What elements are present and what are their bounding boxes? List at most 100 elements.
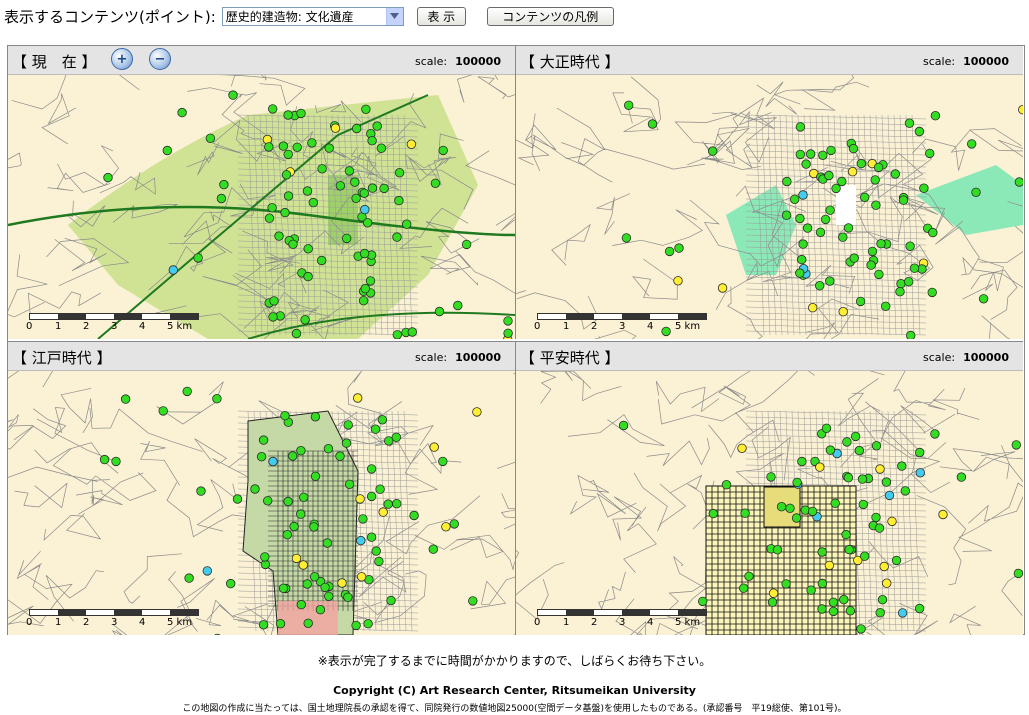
- site-point[interactable]: [228, 90, 238, 100]
- site-point[interactable]: [391, 432, 402, 443]
- site-point[interactable]: [429, 442, 439, 452]
- site-point[interactable]: [309, 522, 319, 532]
- site-point[interactable]: [299, 492, 309, 503]
- legend-button[interactable]: コンテンツの凡例: [486, 6, 614, 26]
- site-point[interactable]: [438, 456, 448, 467]
- site-point[interactable]: [371, 546, 381, 556]
- site-point[interactable]: [845, 606, 856, 616]
- site-point[interactable]: [906, 330, 916, 339]
- site-point[interactable]: [392, 330, 402, 340]
- zoom-out-icon[interactable]: −: [149, 48, 171, 70]
- site-point[interactable]: [359, 248, 370, 259]
- site-point[interactable]: [182, 386, 192, 397]
- site-point[interactable]: [370, 424, 381, 434]
- site-point[interactable]: [890, 169, 901, 179]
- site-point[interactable]: [817, 578, 828, 589]
- site-point[interactable]: [344, 479, 355, 490]
- site-point[interactable]: [269, 296, 279, 306]
- site-point[interactable]: [296, 509, 306, 519]
- site-point[interactable]: [291, 553, 302, 564]
- site-point[interactable]: [842, 437, 852, 447]
- site-point[interactable]: [828, 597, 839, 608]
- site-point[interactable]: [361, 104, 371, 115]
- site-point[interactable]: [280, 207, 290, 218]
- site-point[interactable]: [330, 123, 341, 133]
- site-point[interactable]: [838, 306, 848, 317]
- site-point[interactable]: [707, 146, 718, 156]
- site-point[interactable]: [300, 315, 310, 325]
- site-point[interactable]: [111, 456, 121, 467]
- site-point[interactable]: [897, 608, 908, 618]
- site-point[interactable]: [1013, 568, 1023, 579]
- site-point[interactable]: [376, 143, 387, 153]
- site-point[interactable]: [856, 158, 867, 169]
- site-point[interactable]: [225, 578, 236, 589]
- site-point[interactable]: [807, 506, 818, 517]
- site-point[interactable]: [871, 200, 881, 210]
- site-point[interactable]: [708, 508, 719, 519]
- site-point[interactable]: [881, 477, 892, 487]
- site-point[interactable]: [434, 306, 445, 317]
- site-point[interactable]: [263, 496, 273, 506]
- site-point[interactable]: [291, 328, 302, 339]
- site-point[interactable]: [856, 624, 866, 634]
- site-point[interactable]: [310, 412, 321, 422]
- site-point[interactable]: [850, 431, 861, 442]
- site-point[interactable]: [317, 164, 327, 174]
- site-point[interactable]: [820, 214, 831, 225]
- site-point[interactable]: [828, 606, 839, 617]
- site-point[interactable]: [341, 438, 352, 448]
- site-point[interactable]: [379, 183, 389, 194]
- site-point[interactable]: [343, 420, 353, 430]
- site-point[interactable]: [402, 219, 412, 229]
- site-point[interactable]: [268, 104, 278, 114]
- site-point[interactable]: [925, 148, 935, 159]
- site-point[interactable]: [766, 472, 776, 482]
- site-point[interactable]: [791, 513, 802, 523]
- site-point[interactable]: [212, 394, 222, 404]
- site-point[interactable]: [213, 633, 222, 635]
- site-point[interactable]: [120, 394, 131, 404]
- site-point[interactable]: [264, 213, 275, 223]
- site-point[interactable]: [103, 172, 113, 183]
- site-point[interactable]: [938, 509, 948, 520]
- site-point[interactable]: [824, 170, 834, 181]
- site-point[interactable]: [283, 496, 293, 507]
- site-point[interactable]: [795, 213, 805, 224]
- site-point[interactable]: [356, 535, 366, 546]
- zoom-in-icon[interactable]: +: [111, 48, 133, 70]
- site-point[interactable]: [303, 271, 313, 282]
- site-point[interactable]: [256, 451, 267, 462]
- site-point[interactable]: [232, 494, 243, 504]
- site-point[interactable]: [430, 178, 441, 189]
- site-point[interactable]: [825, 205, 835, 215]
- site-point[interactable]: [781, 579, 791, 589]
- site-point[interactable]: [202, 566, 213, 576]
- site-point[interactable]: [303, 618, 313, 629]
- site-point[interactable]: [867, 246, 878, 257]
- site-point[interactable]: [826, 145, 836, 156]
- site-point[interactable]: [848, 143, 859, 154]
- site-point[interactable]: [860, 551, 870, 561]
- site-point[interactable]: [647, 119, 658, 129]
- site-point[interactable]: [841, 529, 851, 540]
- site-point[interactable]: [717, 283, 728, 293]
- site-point[interactable]: [887, 516, 897, 527]
- site-point[interactable]: [623, 100, 634, 111]
- site-point[interactable]: [830, 498, 840, 509]
- site-point[interactable]: [877, 594, 888, 605]
- site-point[interactable]: [428, 544, 439, 554]
- site-point[interactable]: [1014, 177, 1023, 187]
- site-point[interactable]: [308, 197, 319, 208]
- site-point[interactable]: [843, 472, 854, 483]
- site-point[interactable]: [288, 451, 298, 461]
- site-point[interactable]: [824, 560, 835, 571]
- site-point[interactable]: [806, 585, 816, 595]
- site-point[interactable]: [664, 246, 675, 257]
- site-point[interactable]: [386, 595, 396, 606]
- site-point[interactable]: [1011, 440, 1022, 450]
- site-point[interactable]: [897, 461, 907, 471]
- site-point[interactable]: [744, 571, 754, 582]
- site-point[interactable]: [355, 494, 365, 504]
- site-point[interactable]: [409, 510, 419, 521]
